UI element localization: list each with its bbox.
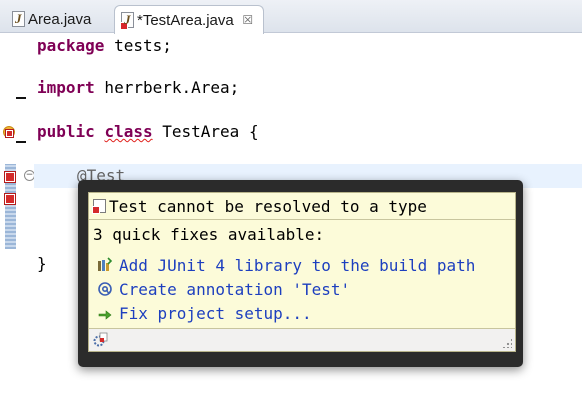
quick-diff-marker	[16, 97, 26, 99]
tab-area-java[interactable]: Area.java	[6, 5, 108, 33]
problem-text: Test cannot be resolved to a type	[109, 196, 427, 216]
quick-diff-marker	[16, 141, 26, 143]
fix-label: Create annotation 'Test'	[119, 279, 351, 299]
resize-grip-icon[interactable]	[502, 338, 512, 348]
arrow-icon	[97, 305, 113, 321]
quick-fix-popup: Test cannot be resolved to a type 3 quic…	[88, 192, 516, 352]
close-icon[interactable]: ☒	[242, 14, 254, 26]
error-icon	[92, 199, 106, 214]
tab-label: Area.java	[28, 10, 92, 28]
quick-fix-create-annotation[interactable]: Create annotation 'Test'	[97, 277, 350, 301]
package-name: tests;	[104, 36, 172, 55]
library-add-icon	[97, 257, 113, 273]
popup-footer	[89, 328, 515, 351]
keyword-import: import	[37, 78, 95, 97]
annotation-icon	[97, 281, 113, 297]
keyword-package: package	[37, 36, 105, 55]
error-icon[interactable]	[6, 130, 13, 137]
closing-brace: }	[37, 254, 47, 273]
keyword-public: public	[37, 122, 95, 141]
editor-gutter: −	[0, 34, 35, 403]
quick-fix-project-setup[interactable]: Fix project setup...	[97, 301, 312, 325]
java-file-error-icon	[120, 12, 134, 30]
problem-header: Test cannot be resolved to a type	[89, 193, 515, 220]
quick-fix-add-junit[interactable]: Add JUnit 4 library to the build path	[97, 253, 475, 277]
class-name: TestArea {	[152, 122, 259, 141]
java-file-icon	[12, 11, 25, 27]
code-line-import: import herrberk.Area;	[37, 76, 239, 100]
keyword-class: class	[104, 122, 153, 141]
tab-label: *TestArea.java	[137, 11, 234, 29]
error-icon[interactable]	[5, 194, 15, 204]
quick-fix-count: 3 quick fixes available:	[93, 225, 325, 244]
code-line-package: package tests;	[37, 34, 172, 58]
fix-label: Fix project setup...	[119, 303, 312, 323]
fix-label: Add JUnit 4 library to the build path	[119, 255, 476, 275]
error-icon[interactable]	[5, 172, 15, 182]
configure-problem-severity-icon[interactable]	[92, 332, 108, 348]
tab-testarea-java[interactable]: *TestArea.java ☒	[114, 5, 264, 34]
editor-tab-bar: Area.java *TestArea.java ☒	[0, 0, 582, 34]
import-name: herrberk.Area;	[94, 78, 240, 97]
code-line-class: public class TestArea {	[37, 120, 259, 144]
code-line-close-brace: }	[37, 252, 47, 276]
